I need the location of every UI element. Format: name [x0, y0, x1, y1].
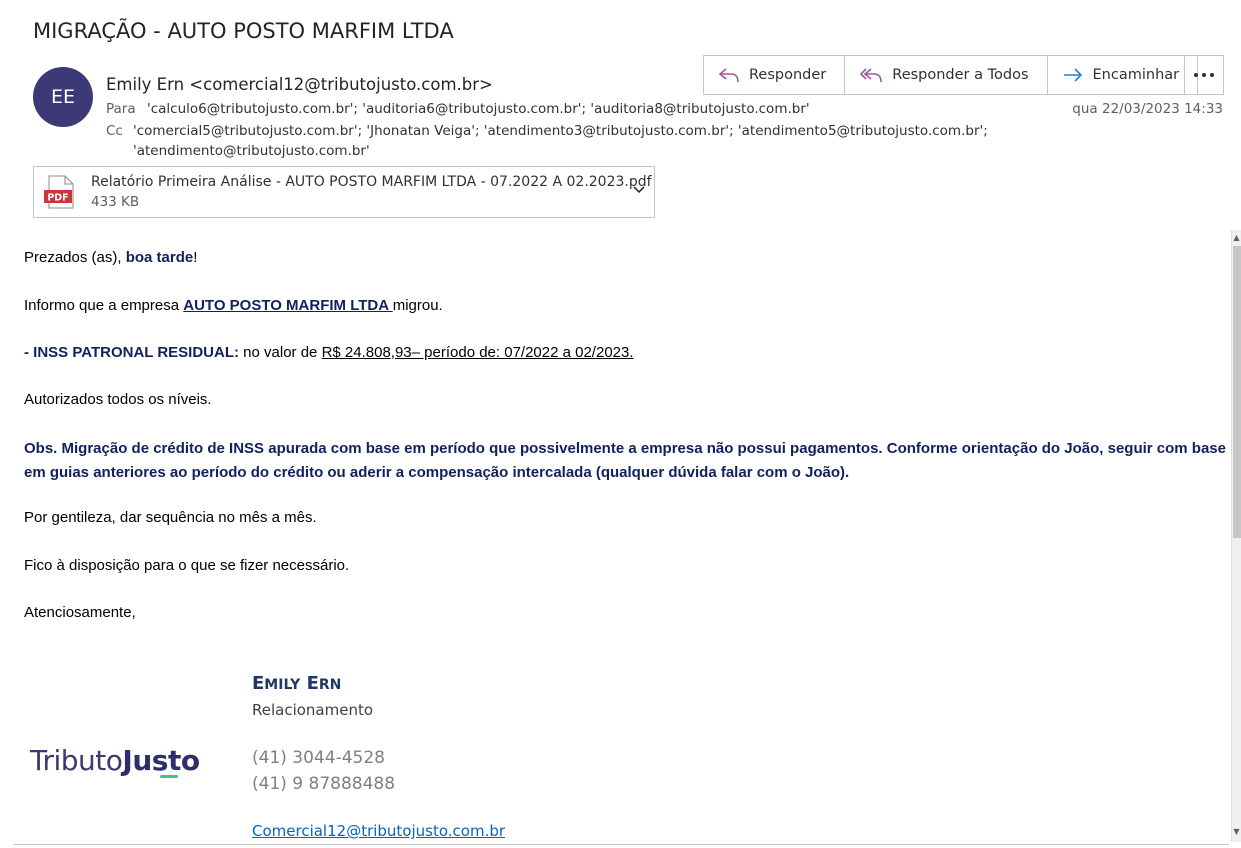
forward-label: Encaminhar — [1092, 67, 1180, 83]
authorized-line: Autorizados todos os níveis. — [24, 391, 212, 408]
reply-button[interactable]: Responder — [704, 56, 846, 94]
please-line: Por gentileza, dar sequência no mês a mê… — [24, 509, 317, 526]
to-recipients[interactable]: 'calculo6@tributojusto.com.br'; 'auditor… — [147, 101, 810, 117]
inss-mid: no valor de — [239, 344, 322, 361]
inss-label: - INSS PATRONAL RESIDUAL: — [24, 344, 240, 361]
sent-date: qua 22/03/2023 14:33 — [1072, 101, 1223, 117]
signature-name: EMILY ERN — [252, 673, 342, 694]
obs-paragraph: Obs. Migração de crédito de INSS apurada… — [24, 440, 1226, 481]
bottom-divider — [14, 844, 1229, 845]
ellipsis-icon — [1194, 73, 1198, 77]
inform-post: migrou. — [392, 297, 443, 314]
pdf-icon-label: PDF — [47, 193, 68, 204]
greeting-bold: boa tarde — [125, 249, 194, 266]
tributojusto-logo: TributoJusto — [30, 744, 200, 777]
inss-value: R$ 24.808,93– período de: 07/2022 a 02/2… — [321, 344, 634, 361]
signature-email-link[interactable]: Comercial12@tributojusto.com.br — [252, 822, 505, 840]
signature-phone-1: (41) 3044-4528 — [252, 748, 385, 768]
forward-button[interactable]: Encaminhar — [1048, 56, 1198, 94]
available-line: Fico à disposição para o que se fizer ne… — [24, 557, 350, 574]
reply-icon — [718, 68, 739, 83]
logo-accent — [160, 775, 178, 778]
attachment-name: Relatório Primeira Análise - AUTO POSTO … — [91, 174, 652, 190]
inform-pre: Informo que a empresa — [24, 297, 184, 314]
scroll-down-icon[interactable]: ▼ — [1232, 826, 1241, 838]
logo-part1: Tributo — [30, 744, 123, 777]
greeting-post: ! — [193, 249, 198, 266]
signature-role: Relacionamento — [252, 701, 374, 719]
avatar-initials: EE — [50, 86, 75, 108]
attachment-card[interactable]: PDF Relatório Primeira Análise - AUTO PO… — [33, 166, 655, 218]
reply-all-label: Responder a Todos — [892, 67, 1029, 83]
to-label: Para — [106, 101, 136, 117]
greeting-pre: Prezados (as), — [24, 249, 126, 266]
reply-all-button[interactable]: Responder a Todos — [845, 56, 1048, 94]
attachment-size: 433 KB — [91, 194, 140, 210]
reply-label: Responder — [749, 67, 827, 83]
forward-icon — [1063, 68, 1082, 82]
cc-label: Cc — [106, 123, 123, 139]
reply-all-icon — [860, 68, 883, 83]
email-subject: MIGRAÇÃO - AUTO POSTO MARFIM LTDA — [33, 19, 454, 43]
logo-part2: Justo — [122, 744, 200, 777]
action-toolbar: Responder Responder a Todos Encaminhar — [703, 55, 1199, 95]
company-name: AUTO POSTO MARFIM LTDA — [183, 297, 393, 314]
pdf-file-icon: PDF — [44, 175, 74, 209]
cc-recipients-line1[interactable]: 'comercial5@tributojusto.com.br'; 'Jhona… — [133, 123, 988, 139]
chevron-down-icon[interactable] — [632, 185, 646, 195]
signature-phone-2: (41) 9 87888488 — [252, 774, 396, 794]
regards-line: Atenciosamente, — [24, 604, 136, 621]
sender-name: Emily Ern <comercial12@tributojusto.com.… — [106, 75, 493, 94]
sender-avatar: EE — [33, 67, 93, 127]
inform-line: Informo que a empresa AUTO POSTO MARFIM … — [24, 297, 443, 314]
cc-recipients-line2[interactable]: 'atendimento@tributojusto.com.br' — [133, 143, 370, 159]
scroll-up-icon[interactable]: ▲ — [1232, 232, 1241, 244]
inss-line: - INSS PATRONAL RESIDUAL: no valor de R$… — [24, 344, 634, 361]
more-actions-button[interactable] — [1184, 55, 1224, 95]
scrollbar-thumb[interactable] — [1233, 246, 1241, 538]
greeting-line: Prezados (as), boa tarde! — [24, 249, 197, 266]
